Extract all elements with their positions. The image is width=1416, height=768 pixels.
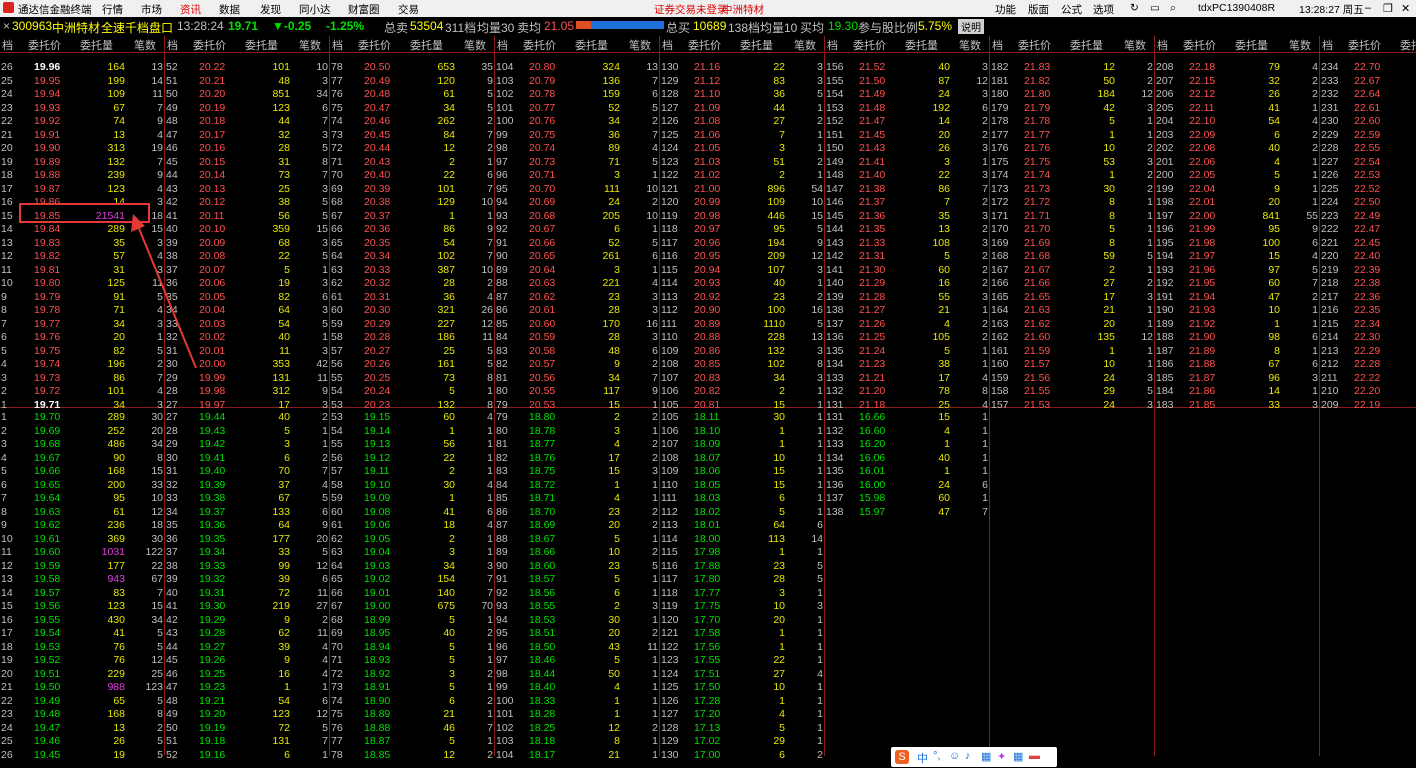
ime-voice-icon[interactable]: ♪	[965, 750, 971, 762]
ime-punct[interactable]: °,	[933, 750, 940, 762]
ime-logo-icon[interactable]: S	[895, 750, 909, 764]
ime-toolbar: S 中 °, ☺ ♪ ▦ ✦ ▦ ▬	[891, 747, 1057, 767]
ime-lang[interactable]: 中	[917, 750, 928, 766]
ime-keyboard-icon[interactable]: ▦	[981, 750, 991, 763]
ime-grid-icon[interactable]: ▦	[1013, 750, 1023, 763]
ime-emoji-icon[interactable]: ☺	[949, 750, 960, 762]
highlight-arrow	[131, 214, 197, 369]
ime-skin-icon[interactable]: ✦	[997, 750, 1006, 763]
ime-menu-icon[interactable]: ▬	[1029, 750, 1040, 762]
